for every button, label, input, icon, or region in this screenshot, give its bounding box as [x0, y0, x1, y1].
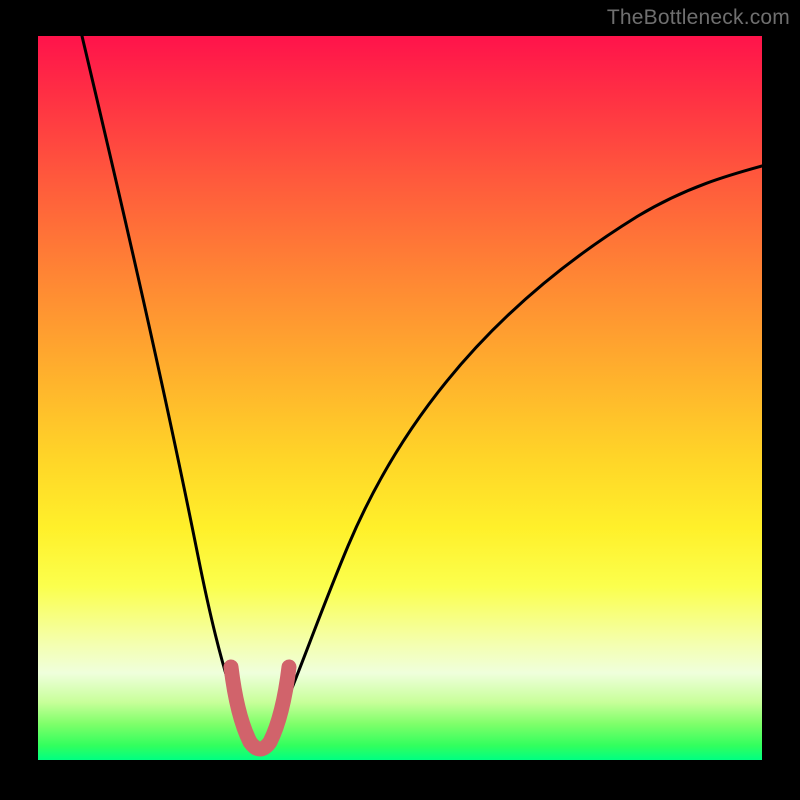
curve-main [82, 36, 762, 752]
watermark-text: TheBottleneck.com [607, 6, 790, 30]
outer-frame: TheBottleneck.com [0, 0, 800, 800]
curve-highlight [231, 667, 289, 749]
plot-area [38, 36, 762, 760]
chart-svg [38, 36, 762, 760]
